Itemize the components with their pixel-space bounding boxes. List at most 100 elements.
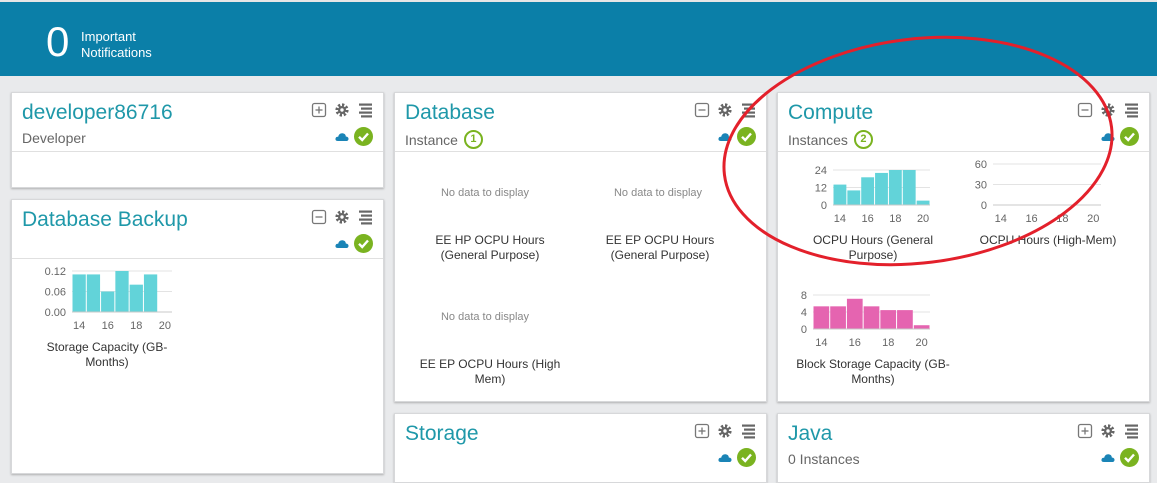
status-ok-icon bbox=[737, 127, 756, 146]
chart-caption-line-2: Months) bbox=[85, 355, 129, 369]
instance-count-badge[interactable]: 2 bbox=[853, 130, 873, 149]
cloud-icon bbox=[718, 132, 732, 141]
database-card: Database Instance 1 No data to display E… bbox=[394, 92, 767, 402]
chart-caption-line-1: OCPU Hours (High-Mem) bbox=[979, 233, 1117, 247]
gear-icon[interactable] bbox=[334, 102, 350, 118]
block-storage-chart[interactable]: 8 4 0 14 16 18 20 bbox=[778, 284, 943, 354]
bar bbox=[916, 200, 930, 205]
menu-list-icon[interactable] bbox=[1123, 423, 1139, 439]
chart-caption-line-2: (General Purpose) bbox=[440, 248, 540, 262]
bar bbox=[813, 306, 830, 329]
menu-list-icon[interactable] bbox=[740, 423, 756, 439]
card-toolbar bbox=[694, 102, 756, 118]
notification-label-line-1: Important bbox=[81, 29, 136, 44]
chart-caption: OCPU Hours (High-Mem) bbox=[963, 233, 1133, 248]
top-banner: 0 Important Notifications bbox=[0, 0, 1157, 76]
menu-list-icon[interactable] bbox=[740, 102, 756, 118]
collapse-icon[interactable] bbox=[694, 102, 710, 118]
instance-count-badge[interactable]: 1 bbox=[463, 130, 483, 149]
card-title[interactable]: Database Backup bbox=[22, 208, 188, 232]
y-tick-label: 60 bbox=[975, 159, 987, 171]
bar bbox=[902, 170, 916, 205]
developer-card: developer86716 Developer bbox=[11, 92, 384, 188]
card-title[interactable]: Java bbox=[788, 422, 832, 446]
card-subtitle: Instance 1 bbox=[405, 130, 483, 149]
bar bbox=[913, 325, 930, 329]
chart-caption-line-2: Months) bbox=[851, 372, 895, 386]
chart-caption: EE HP OCPU Hours (General Purpose) bbox=[415, 233, 565, 263]
java-card: Java 0 Instances bbox=[777, 413, 1150, 483]
card-title[interactable]: developer86716 bbox=[22, 101, 173, 125]
status-ok-icon bbox=[354, 127, 373, 146]
status-icons bbox=[1101, 127, 1139, 146]
expand-icon[interactable] bbox=[694, 423, 710, 439]
x-tick-label: 18 bbox=[130, 320, 142, 332]
instance-label: Instance bbox=[405, 131, 458, 148]
bar bbox=[830, 306, 846, 329]
x-tick-label: 14 bbox=[995, 213, 1007, 225]
card-title[interactable]: Storage bbox=[405, 422, 479, 446]
x-tick-label: 16 bbox=[862, 213, 874, 225]
gear-icon[interactable] bbox=[1100, 102, 1116, 118]
x-tick-label: 16 bbox=[849, 337, 861, 349]
divider bbox=[778, 151, 1149, 152]
y-tick-label: 0 bbox=[801, 324, 807, 336]
x-tick-label: 20 bbox=[159, 320, 171, 332]
compute-card: Compute Instances 2 24 12 0 14 16 18 20 OCPU H… bbox=[777, 92, 1150, 402]
y-tick-label: 0.12 bbox=[45, 267, 66, 278]
collapse-icon[interactable] bbox=[1077, 102, 1093, 118]
expand-icon[interactable] bbox=[1077, 423, 1093, 439]
chart-caption: EE EP OCPU Hours (High Mem) bbox=[410, 357, 570, 387]
x-tick-label: 16 bbox=[1025, 213, 1037, 225]
ocpu-general-chart[interactable]: 24 12 0 14 16 18 20 bbox=[778, 160, 943, 232]
cloud-icon bbox=[335, 132, 349, 141]
y-tick-label: 0 bbox=[821, 200, 827, 212]
collapse-icon[interactable] bbox=[311, 209, 327, 225]
bar bbox=[875, 172, 888, 205]
gear-icon[interactable] bbox=[717, 423, 733, 439]
x-tick-label: 18 bbox=[882, 337, 894, 349]
expand-icon[interactable] bbox=[311, 102, 327, 118]
menu-list-icon[interactable] bbox=[1123, 102, 1139, 118]
card-toolbar bbox=[311, 102, 373, 118]
card-toolbar bbox=[694, 423, 756, 439]
notification-label[interactable]: Important Notifications bbox=[81, 29, 152, 61]
x-tick-label: 20 bbox=[1087, 213, 1099, 225]
notification-count[interactable]: 0 bbox=[46, 20, 69, 64]
status-icons bbox=[718, 127, 756, 146]
chart-caption: Block Storage Capacity (GB- Months) bbox=[788, 357, 958, 387]
card-title[interactable]: Compute bbox=[788, 101, 873, 125]
gear-icon[interactable] bbox=[1100, 423, 1116, 439]
x-tick-label: 18 bbox=[1056, 213, 1068, 225]
gear-icon[interactable] bbox=[334, 209, 350, 225]
storage-capacity-chart[interactable]: 0.12 0.06 0.00 14 16 18 20 bbox=[22, 267, 182, 337]
x-tick-label: 20 bbox=[916, 337, 928, 349]
chart-caption-line-1: OCPU Hours (General bbox=[812, 233, 934, 247]
gear-icon[interactable] bbox=[717, 102, 733, 118]
status-icons bbox=[718, 448, 756, 467]
status-icons bbox=[335, 234, 373, 253]
card-subtitle: 0 Instances bbox=[788, 451, 860, 467]
bar bbox=[101, 291, 115, 312]
y-tick-label: 0 bbox=[981, 200, 987, 212]
notification-label-line-2: Notifications bbox=[81, 45, 152, 60]
bar bbox=[846, 298, 863, 329]
status-ok-icon bbox=[737, 448, 756, 467]
chart-caption: OCPU Hours (General Purpose) bbox=[798, 233, 948, 263]
bar bbox=[86, 274, 101, 312]
card-title[interactable]: Database bbox=[405, 101, 495, 125]
ocpu-highmem-chart[interactable]: 60 30 0 14 16 18 20 bbox=[948, 155, 1118, 230]
bar bbox=[143, 274, 158, 312]
menu-list-icon[interactable] bbox=[357, 209, 373, 225]
bar bbox=[863, 306, 880, 329]
y-tick-label: 12 bbox=[815, 183, 827, 195]
chart-caption-line-1: EE EP OCPU Hours bbox=[605, 233, 715, 247]
divider bbox=[12, 151, 383, 152]
y-tick-label: 4 bbox=[801, 307, 807, 319]
card-subtitle: Instances 2 bbox=[788, 130, 873, 149]
bar bbox=[888, 170, 902, 205]
menu-list-icon[interactable] bbox=[357, 102, 373, 118]
card-toolbar bbox=[1077, 102, 1139, 118]
status-icons bbox=[1101, 448, 1139, 467]
status-ok-icon bbox=[1120, 127, 1139, 146]
